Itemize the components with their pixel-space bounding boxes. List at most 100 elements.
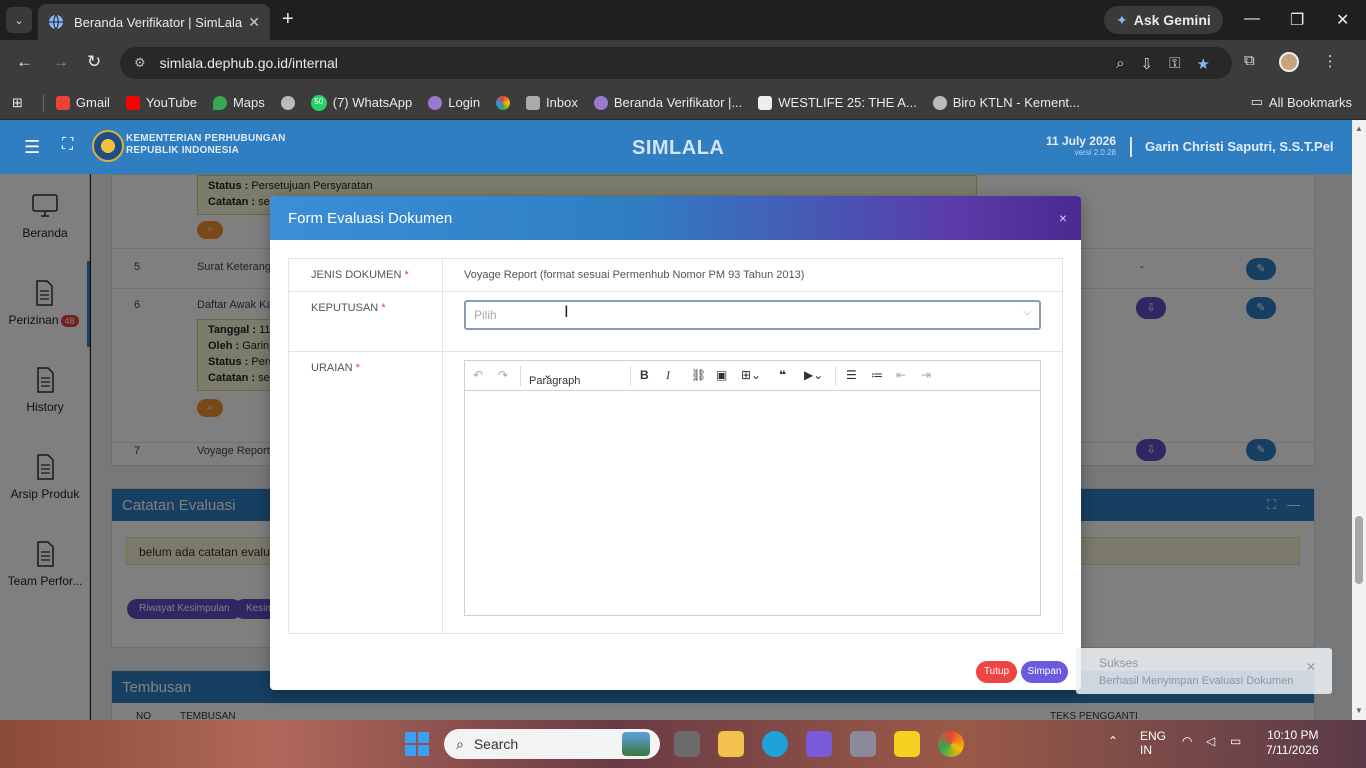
tab-close-icon[interactable]: ✕ [248, 14, 260, 31]
all-bookmarks-button[interactable]: ▭ All Bookmarks [1251, 94, 1352, 110]
clock-time: 10:10 PM [1267, 728, 1319, 742]
browser-menu-icon[interactable]: ⋮ [1323, 52, 1338, 72]
simpan-button[interactable]: Simpan [1021, 661, 1068, 683]
close-window-button[interactable]: ✕ [1336, 10, 1349, 30]
ask-gemini-button[interactable]: ✦ Ask Gemini [1104, 6, 1223, 34]
bookmark-whatsapp[interactable]: 50 (7) WhatsApp [310, 94, 413, 111]
header-divider [1130, 137, 1132, 157]
ministry-name: KEMENTERIAN PERHUBUNGAN REPUBLIK INDONES… [126, 133, 286, 157]
keputusan-select[interactable]: Pilih ⌵ [464, 300, 1041, 330]
hamburger-menu-icon[interactable]: ☰ [24, 137, 40, 158]
format-label: Paragraph [529, 375, 581, 387]
bookmark-pinwheel[interactable] [496, 95, 511, 110]
bookmarks-bar: ⊞ Gmail YouTube Maps 50 (7) WhatsApp Logi… [0, 86, 1366, 120]
insert-media-icon[interactable]: ▶⌄ [804, 368, 823, 382]
app-icon[interactable] [806, 731, 832, 757]
bold-icon[interactable]: B [640, 368, 649, 382]
file-explorer-icon[interactable] [718, 731, 744, 757]
url-bar[interactable]: ⚙ simlala.dephub.go.id/internal ⌕ ⇩ ⚿ ★ [120, 47, 1232, 79]
chrome-icon[interactable] [938, 731, 964, 757]
bookmark-globe[interactable] [280, 95, 295, 110]
back-button[interactable]: ← [16, 52, 33, 72]
minimize-button[interactable]: — [1244, 10, 1260, 28]
toolbar-divider [520, 366, 521, 386]
reload-button[interactable]: ↻ [87, 52, 101, 72]
bookmark-star-icon[interactable]: ★ [1197, 55, 1210, 73]
profile-avatar[interactable] [1278, 52, 1299, 72]
tutup-button[interactable]: Tutup [976, 661, 1017, 683]
taskbar-clock[interactable]: 10:10 PM 7/11/2026 [1266, 728, 1319, 758]
forward-button[interactable]: → [52, 52, 69, 72]
italic-icon[interactable]: I [666, 368, 670, 383]
ministry-logo [92, 130, 124, 162]
tray-overflow-icon[interactable]: ⌃ [1108, 734, 1118, 748]
extensions-icon[interactable]: ⧉ [1244, 52, 1255, 72]
insert-image-icon[interactable]: ▣ [716, 368, 727, 382]
scrollbar-thumb[interactable] [1355, 516, 1363, 584]
paragraph-format-dropdown[interactable]: Paragraph ⌄ [529, 368, 580, 387]
bookmark-westlife[interactable]: WESTLIFE 25: THE A... [758, 95, 917, 110]
bookmark-inbox[interactable]: Inbox [526, 95, 578, 110]
taskbar-search[interactable]: ⌕ Search [444, 729, 660, 759]
bookmark-label: (7) WhatsApp [332, 95, 413, 110]
page-scrollbar[interactable]: ▲ ▼ [1352, 120, 1366, 720]
modal-close-icon[interactable]: × [1059, 210, 1067, 226]
search-label: Search [473, 736, 519, 752]
version-text: versi 2.0.28 [1074, 148, 1116, 157]
uraian-label: URAIAN * [289, 352, 443, 633]
task-view-icon[interactable] [674, 731, 700, 757]
redo-icon[interactable]: ↷ [498, 368, 508, 382]
bookmark-youtube[interactable]: YouTube [125, 95, 197, 110]
insert-table-icon[interactable]: ⊞⌄ [741, 368, 761, 382]
windows-start-icon[interactable] [405, 732, 429, 756]
site-icon [593, 95, 608, 110]
new-tab-button[interactable]: + [282, 9, 294, 29]
password-key-icon[interactable]: ⚿ [1169, 55, 1180, 73]
scroll-down-icon[interactable]: ▼ [1355, 706, 1363, 715]
bookmark-gmail[interactable]: Gmail [55, 95, 110, 110]
date-text: 11 July 2026 [1045, 134, 1116, 148]
bookmark-maps[interactable]: Maps [212, 95, 265, 110]
app-header: ☰ ⛶ KEMENTERIAN PERHUBUNGAN REPUBLIK IND… [0, 120, 1352, 174]
editor-content-area[interactable] [465, 391, 1040, 615]
ministry-line-2: REPUBLIK INDONESIA [126, 145, 240, 156]
bookmark-label: Biro KTLN - Kement... [952, 95, 1080, 110]
outdent-icon[interactable]: ⇤ [896, 368, 906, 382]
pinwheel-icon [496, 95, 511, 110]
link-icon[interactable]: ⛓ [691, 368, 706, 382]
apps-grid-icon[interactable]: ⊞ [12, 95, 23, 111]
sticky-notes-icon[interactable] [894, 731, 920, 757]
globe-icon [280, 95, 295, 110]
language-indicator[interactable]: ENG IN [1140, 729, 1166, 757]
success-toast: Sukses Berhasil Menyimpan Evaluasi Dokum… [1076, 648, 1332, 694]
undo-icon[interactable]: ↶ [473, 368, 483, 382]
bookmark-label: Inbox [546, 95, 578, 110]
edge-icon[interactable] [762, 731, 788, 757]
site-info-icon[interactable]: ⚙ [134, 55, 146, 71]
wifi-icon[interactable]: ◠ [1182, 734, 1192, 748]
camera-app-icon[interactable] [850, 731, 876, 757]
battery-icon[interactable]: ▭ [1230, 734, 1241, 748]
browser-tab[interactable]: Beranda Verifikator | SimLala ✕ [38, 4, 270, 40]
install-app-icon[interactable]: ⇩ [1141, 55, 1154, 73]
user-name[interactable]: Garin Christi Saputri, S.S.T.Pel [1145, 139, 1334, 154]
lang-line-1: ENG [1140, 729, 1167, 743]
blockquote-icon[interactable]: ❝ [779, 368, 786, 382]
globe-icon [932, 95, 947, 110]
bookmark-beranda[interactable]: Beranda Verifikator |... [593, 95, 743, 110]
bookmark-label: Gmail [75, 95, 110, 110]
bookmark-biro-ktln[interactable]: Biro KTLN - Kement... [932, 95, 1080, 110]
volume-icon[interactable]: ◁ [1206, 734, 1215, 748]
zoom-icon[interactable]: ⌕ [1116, 55, 1124, 73]
indent-icon[interactable]: ⇥ [921, 368, 931, 382]
tab-search-button[interactable]: ⌄ [6, 7, 32, 33]
scroll-up-icon[interactable]: ▲ [1355, 124, 1363, 133]
required-mark: * [355, 362, 360, 374]
numbered-list-icon[interactable]: ≔ [871, 368, 883, 382]
bookmark-login[interactable]: Login [428, 95, 480, 110]
fullscreen-icon[interactable]: ⛶ [62, 136, 73, 154]
toast-close-icon[interactable]: ✕ [1306, 660, 1316, 674]
bulleted-list-icon[interactable]: ☰ [846, 368, 857, 382]
bookmark-label: Beranda Verifikator |... [613, 95, 743, 110]
maximize-button[interactable]: ❐ [1290, 10, 1304, 30]
